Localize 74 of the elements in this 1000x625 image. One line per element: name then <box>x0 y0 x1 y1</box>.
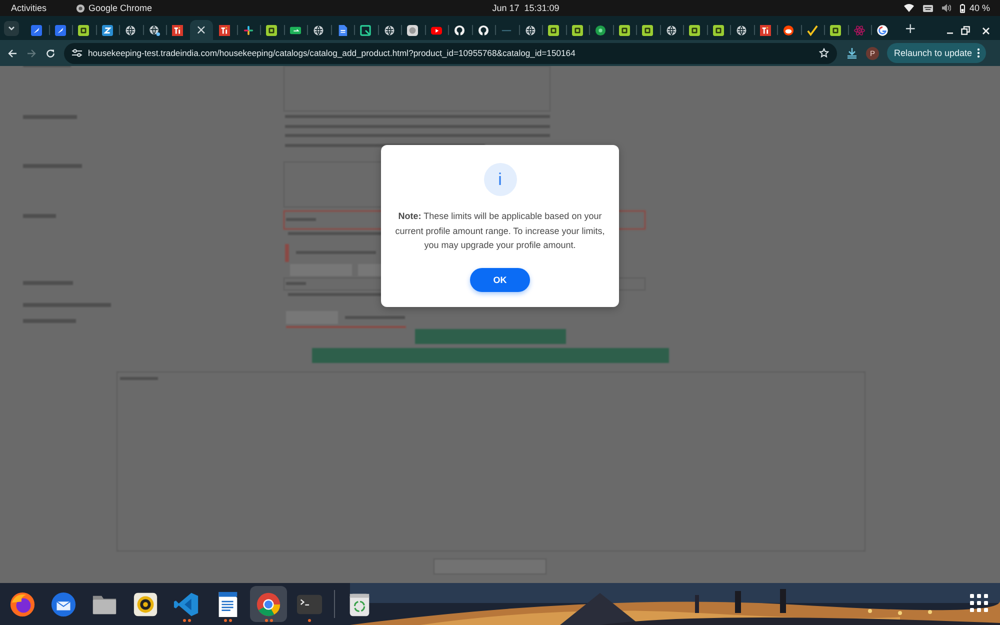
globe-icon <box>313 24 324 36</box>
tile-icon <box>172 24 184 36</box>
running-indicator <box>308 619 311 622</box>
fox-icon[interactable] <box>9 590 36 618</box>
globe-icon <box>524 24 536 36</box>
globe-icon <box>125 24 136 36</box>
feather-icon <box>31 24 42 36</box>
running-indicator <box>182 619 190 622</box>
new-tab-button[interactable]: + <box>904 21 916 37</box>
square-icon <box>266 24 278 36</box>
dot-icon <box>595 24 606 36</box>
square-icon <box>548 24 560 36</box>
pinwheel-icon <box>242 24 254 36</box>
bird-icon[interactable] <box>50 590 77 618</box>
chevron-icon <box>8 26 15 31</box>
wifi-icon[interactable] <box>904 4 914 12</box>
running-indicator <box>224 619 232 622</box>
feather-icon <box>54 24 66 36</box>
clock[interactable]: 15:31:09 <box>524 3 560 13</box>
dialog-message: Note: These limits will be applicable based on your current profile amount range. To increase your limits, you may upgrade your profile amount. <box>394 210 606 252</box>
battery-percentage: 40 % <box>969 3 990 13</box>
tune-icon[interactable] <box>72 49 82 57</box>
globe-icon <box>384 24 395 36</box>
zigzag-icon <box>102 24 113 36</box>
app-grid-icon[interactable] <box>970 594 988 612</box>
globe-icon <box>736 24 748 36</box>
activities-button[interactable]: Activities <box>11 3 47 13</box>
battery-icon[interactable] <box>960 4 966 12</box>
tile-icon <box>219 24 230 36</box>
play-icon <box>430 24 442 36</box>
ring-icon <box>877 24 888 36</box>
silhouette-icon <box>454 24 466 36</box>
atom-icon <box>854 24 865 36</box>
square-icon <box>712 24 724 36</box>
keyboard-icon[interactable] <box>923 4 934 12</box>
more-icon <box>977 48 980 58</box>
square-icon <box>830 24 842 36</box>
circle-icon <box>407 24 418 36</box>
star-icon[interactable] <box>819 48 829 58</box>
close-icon[interactable] <box>982 26 990 34</box>
url-text: housekeeping-test.tradeindia.com/housekeeping/catalogs/catalog_add_product.html?product_id=10955768&catalog_id=150164 <box>88 48 576 58</box>
download-icon[interactable] <box>847 48 857 58</box>
document-icon <box>336 24 348 36</box>
square-icon <box>78 24 90 36</box>
frame-icon <box>360 24 372 36</box>
running-indicator <box>264 619 272 622</box>
square-icon <box>572 24 583 36</box>
date[interactable]: Jun 17 <box>492 3 520 13</box>
ok-button[interactable]: OK <box>470 268 530 292</box>
globe-icon <box>666 24 677 36</box>
tile-icon <box>760 24 771 36</box>
square-icon <box>618 24 630 36</box>
checkmark-icon <box>806 24 818 36</box>
code-editor-icon[interactable] <box>173 590 200 618</box>
round-icon <box>783 24 794 36</box>
tab-search-button[interactable] <box>4 21 19 36</box>
app-name[interactable]: Google Chrome <box>88 3 152 13</box>
browser-tab[interactable]: × <box>190 20 213 40</box>
arrow-tile-icon <box>290 24 301 36</box>
speaker-icon[interactable] <box>132 590 159 618</box>
reload-icon[interactable] <box>46 48 55 58</box>
info-icon: i <box>484 163 516 196</box>
dock-app[interactable] <box>250 586 287 622</box>
volume-icon[interactable] <box>942 4 952 12</box>
relaunch-button[interactable]: Relaunch to update <box>887 43 986 63</box>
app-icon <box>76 4 85 12</box>
square-icon <box>689 24 700 36</box>
browser-icon[interactable] <box>255 590 282 618</box>
square-icon <box>642 24 654 36</box>
silhouette-icon <box>478 24 489 36</box>
back-icon[interactable] <box>8 48 17 58</box>
restore-icon[interactable] <box>961 26 970 35</box>
globe-icon <box>148 24 160 36</box>
address-field[interactable]: housekeeping-test.tradeindia.com/housekeeping/catalogs/catalog_add_product.html?product_id=10955768&catalog_id=150164 <box>64 42 837 64</box>
